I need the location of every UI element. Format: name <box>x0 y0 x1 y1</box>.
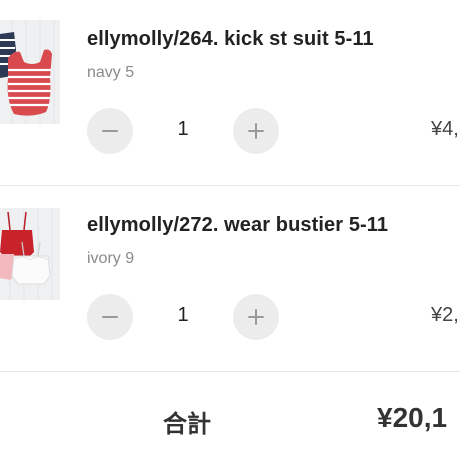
product-variant: navy 5 <box>87 64 135 81</box>
increase-quantity-button[interactable] <box>233 108 279 154</box>
cart-item: ellymolly/264. kick st suit 5-11 navy 5 … <box>0 0 460 184</box>
total-label: 合計 <box>163 411 211 438</box>
product-title[interactable]: ellymolly/272. wear bustier 5-11 <box>87 214 388 237</box>
plus-icon <box>248 309 264 325</box>
product-image[interactable] <box>0 208 60 300</box>
bustier-top-product-thumbnail <box>0 208 60 300</box>
minus-icon <box>102 316 118 318</box>
product-variant: ivory 9 <box>87 250 135 267</box>
product-image[interactable] <box>0 20 60 124</box>
item-price: ¥4, <box>431 118 459 140</box>
product-title[interactable]: ellymolly/264. kick st suit 5-11 <box>87 28 374 51</box>
increase-quantity-button[interactable] <box>233 294 279 340</box>
minus-icon <box>102 130 118 132</box>
quantity-value: 1 <box>177 118 189 140</box>
cart-item: ellymolly/272. wear bustier 5-11 ivory 9… <box>0 186 460 370</box>
item-price: ¥2, <box>431 304 459 326</box>
plus-icon <box>248 123 264 139</box>
striped-romper-product-thumbnail <box>0 20 60 124</box>
decrease-quantity-button[interactable] <box>87 294 133 340</box>
quantity-value: 1 <box>177 304 189 326</box>
total-value: ¥20,1 <box>377 402 448 433</box>
total-divider <box>0 371 460 372</box>
decrease-quantity-button[interactable] <box>87 108 133 154</box>
